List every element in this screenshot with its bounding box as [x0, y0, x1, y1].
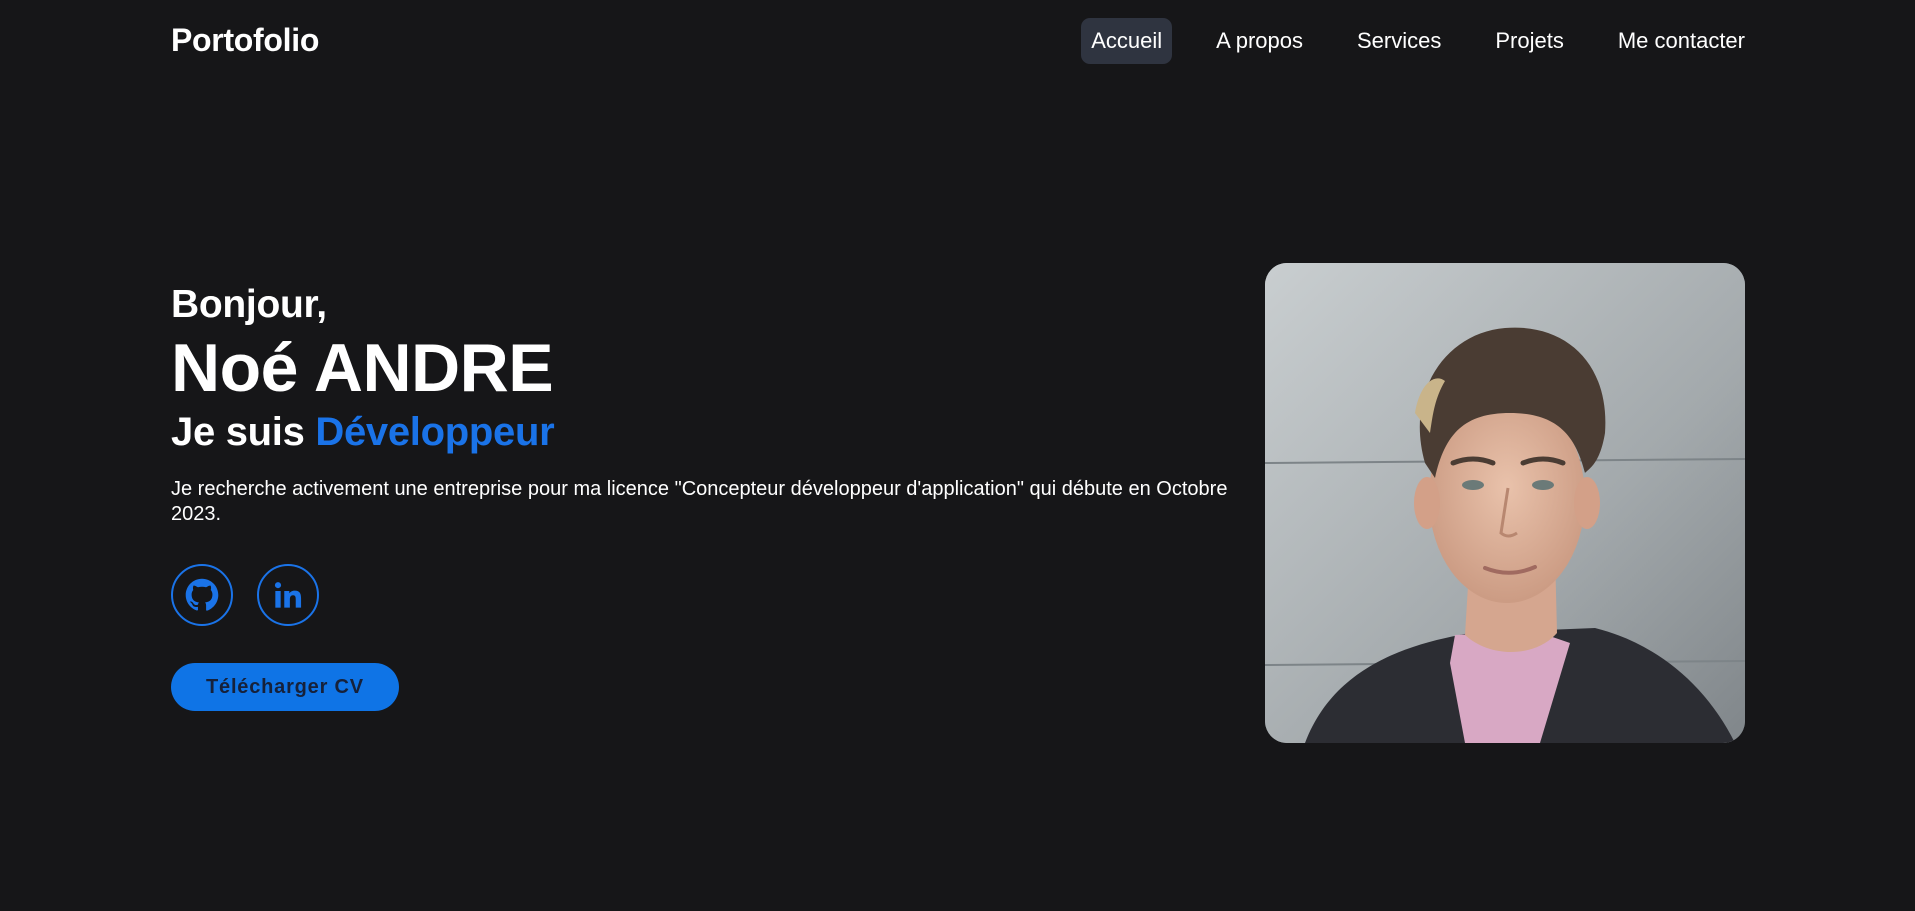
nav-item-accueil[interactable]: Accueil — [1081, 18, 1173, 64]
github-icon — [185, 578, 219, 611]
profile-photo — [1265, 263, 1745, 743]
linkedin-link[interactable] — [257, 564, 319, 626]
hero-role-highlight: Développeur — [315, 410, 555, 454]
hero-name: Noé ANDRE — [171, 330, 554, 406]
download-cv-button[interactable]: Télécharger CV — [171, 663, 399, 711]
site-logo[interactable]: Portofolio — [171, 22, 319, 59]
main-nav: Accueil A propos Services Projets Me con… — [1081, 18, 1755, 64]
linkedin-icon — [274, 582, 302, 608]
nav-item-a-propos[interactable]: A propos — [1206, 18, 1313, 64]
hero-description: Je recherche activement une entreprise p… — [171, 478, 1228, 525]
profile-photo-illustration — [1265, 263, 1745, 743]
hero-section: Bonjour, Noé ANDRE Je suis Développeur J… — [171, 282, 1241, 711]
hero-role: Je suis Développeur — [171, 408, 1241, 456]
nav-item-me-contacter[interactable]: Me contacter — [1608, 18, 1755, 64]
github-link[interactable] — [171, 564, 233, 626]
page: Portofolio Accueil A propos Services Pro… — [0, 0, 1915, 911]
hero-role-prefix: Je suis — [171, 410, 305, 454]
hero-greeting: Bonjour, — [171, 283, 327, 326]
nav-item-services[interactable]: Services — [1347, 18, 1451, 64]
site-header: Portofolio Accueil A propos Services Pro… — [0, 0, 1915, 84]
nav-item-projets[interactable]: Projets — [1485, 18, 1573, 64]
social-links — [171, 564, 1241, 626]
